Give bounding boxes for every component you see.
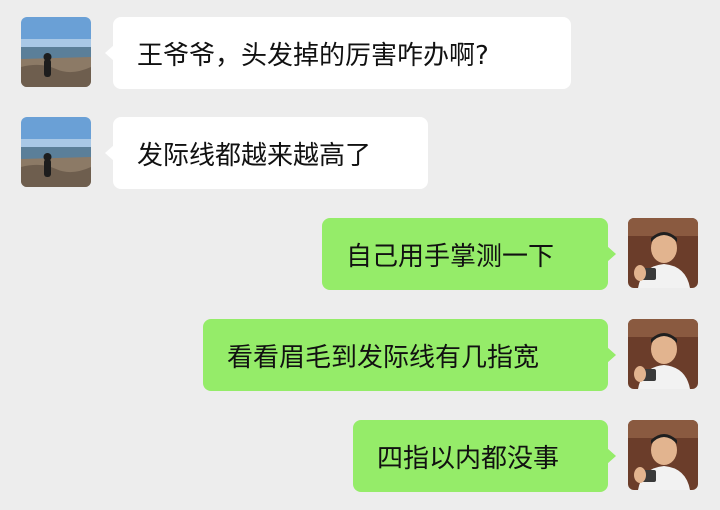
avatar-self[interactable]	[628, 420, 698, 490]
elderly-man-avatar-icon	[628, 218, 698, 288]
message-text: 看看眉毛到发际线有几指宽	[227, 342, 540, 373]
elderly-man-avatar-icon	[628, 319, 698, 389]
message-bubble-outgoing[interactable]: 看看眉毛到发际线有几指宽	[203, 319, 616, 391]
message-bubble-outgoing[interactable]: 四指以内都没事	[353, 420, 616, 492]
avatar-self[interactable]	[628, 319, 698, 389]
message-text: 四指以内都没事	[377, 443, 560, 474]
message-text: 发际线都越来越高了	[137, 140, 372, 171]
seaside-avatar-icon	[21, 17, 91, 87]
message-bubble-incoming[interactable]: 发际线都越来越高了	[105, 117, 428, 189]
bubble-tail	[105, 145, 114, 161]
message-text: 王爷爷，头发掉的厉害咋办啊?	[137, 40, 489, 71]
avatar-self[interactable]	[628, 218, 698, 288]
avatar-other[interactable]	[21, 117, 91, 187]
avatar-other[interactable]	[21, 17, 91, 87]
message-text: 自己用手掌测一下	[346, 241, 555, 272]
bubble-tail	[607, 448, 616, 464]
elderly-man-avatar-icon	[628, 420, 698, 490]
bubble-tail	[105, 45, 114, 61]
message-bubble-outgoing[interactable]: 自己用手掌测一下	[322, 218, 616, 290]
bubble-tail	[607, 246, 616, 262]
bubble-tail	[607, 347, 616, 363]
seaside-avatar-icon	[21, 117, 91, 187]
message-bubble-incoming[interactable]: 王爷爷，头发掉的厉害咋办啊?	[105, 17, 571, 89]
